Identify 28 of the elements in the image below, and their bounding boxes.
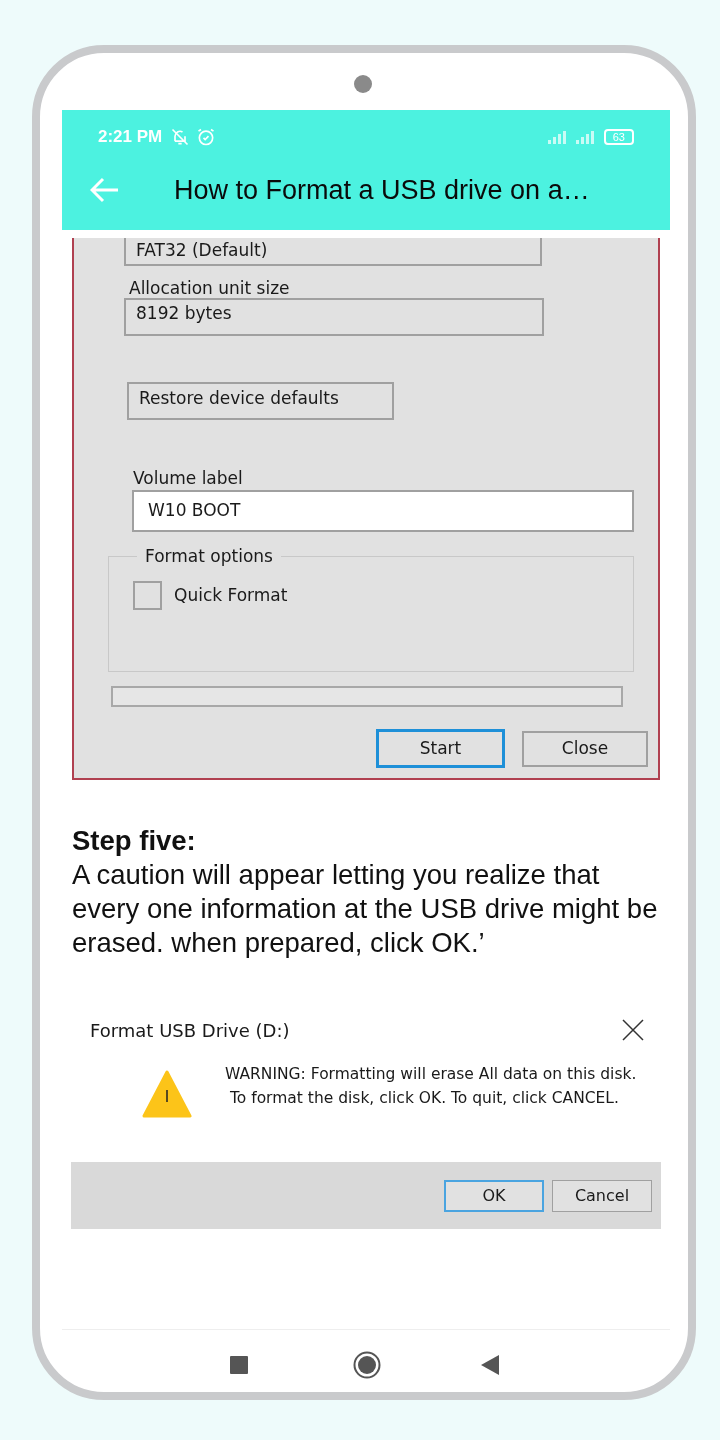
dialog-title: Format USB Drive (D:) <box>90 1018 290 1043</box>
recent-apps-icon[interactable] <box>230 1355 248 1374</box>
close-icon[interactable] <box>621 1018 645 1042</box>
alarm-icon <box>196 127 217 147</box>
step-text: A caution will appear letting you realize that every one information at the USB drive might be erased. when prepared, click OK.’ <box>72 858 659 960</box>
home-icon[interactable] <box>353 1350 381 1379</box>
warning-text: WARNING: Formatting will erase All data on this disk. <box>225 1064 637 1085</box>
step-heading: Step five: <box>72 824 197 858</box>
group-legend: Format options <box>137 545 281 567</box>
restore-defaults-button[interactable]: Restore device defaults <box>127 382 394 420</box>
warning-text: To format the disk, click OK. To quit, click CANCEL. <box>228 1088 620 1109</box>
file-system-field[interactable]: FAT32 (Default) <box>124 238 542 266</box>
quick-format-checkbox[interactable] <box>133 581 162 610</box>
field-label: Volume label <box>133 468 244 488</box>
volume-label-field[interactable]: W10 BOOT <box>132 490 634 532</box>
battery-indicator: 63 <box>603 129 634 145</box>
dialog-button[interactable]: Start <box>376 729 505 768</box>
dialog-button[interactable]: Close <box>522 730 648 767</box>
field-label: Allocation unit size <box>129 278 291 298</box>
bell-off-icon <box>170 127 191 147</box>
dialog-button[interactable]: Cancel <box>552 1179 652 1212</box>
warning-icon <box>142 1070 192 1118</box>
allocation-field[interactable]: 8192 bytes <box>124 298 544 336</box>
checkbox-label: Quick Format <box>174 583 288 607</box>
page-title: How to Format a USB drive on a… <box>174 173 590 207</box>
back-icon[interactable] <box>481 1354 499 1375</box>
status-time: 2:21 PM <box>98 126 163 149</box>
dialog-button[interactable]: OK <box>444 1179 544 1212</box>
